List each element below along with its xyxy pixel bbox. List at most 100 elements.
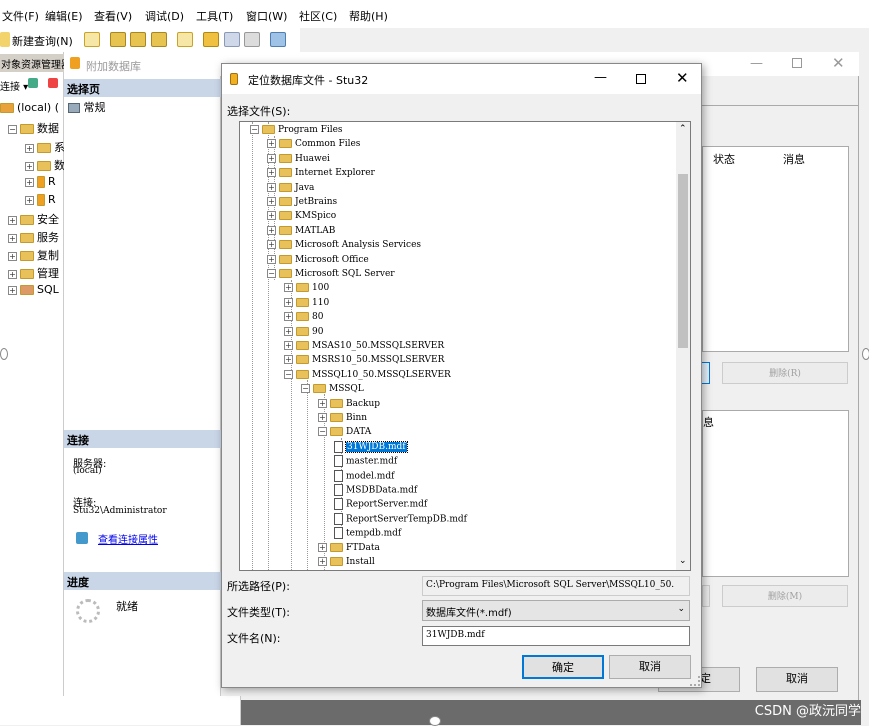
maximize-icon[interactable] bbox=[636, 74, 646, 84]
toolbar-icon-1[interactable] bbox=[84, 32, 100, 47]
tree-file[interactable]: ReportServerTempDB.mdf bbox=[334, 512, 467, 527]
remove-r-button[interactable]: 删除(R) bbox=[722, 362, 848, 384]
expand-icon[interactable]: + bbox=[267, 153, 276, 163]
scroll-up-icon[interactable]: ⌃ bbox=[679, 124, 687, 134]
add-button-edge[interactable] bbox=[702, 362, 710, 384]
details-grid[interactable]: 息 bbox=[702, 410, 849, 577]
maximize-icon[interactable] bbox=[792, 58, 802, 68]
menu-tools[interactable]: 工具(T) bbox=[196, 8, 233, 24]
close-icon[interactable]: ✕ bbox=[832, 54, 845, 72]
tree-folder[interactable]: − DATA bbox=[318, 426, 371, 439]
tree-node-db1[interactable]: + R bbox=[25, 175, 56, 188]
tree-folder[interactable]: + Backup bbox=[318, 398, 380, 411]
open-file-icon[interactable] bbox=[203, 32, 219, 47]
expand-icon[interactable]: + bbox=[318, 413, 327, 422]
expand-icon[interactable]: + bbox=[284, 326, 293, 336]
save-icon[interactable] bbox=[224, 32, 240, 47]
menu-community[interactable]: 社区(C) bbox=[299, 8, 337, 24]
tree-node-security[interactable]: + 安全 bbox=[8, 211, 59, 227]
menu-debug[interactable]: 调试(D) bbox=[145, 8, 184, 24]
expand-icon[interactable]: + bbox=[8, 269, 17, 279]
databases-grid[interactable]: 状态 消息 bbox=[702, 146, 849, 352]
add-catalog-button-edge[interactable] bbox=[702, 585, 710, 607]
tree-folder[interactable]: + Internet Explorer bbox=[267, 167, 375, 180]
tree-folder[interactable]: + FTData bbox=[318, 542, 380, 555]
chevron-down-icon[interactable]: ⌄ bbox=[677, 604, 685, 614]
tree-file[interactable]: MSDBData.mdf bbox=[334, 484, 417, 498]
expand-icon[interactable]: + bbox=[8, 251, 17, 261]
selected-path-field[interactable]: C:\Program Files\Microsoft SQL Server\MS… bbox=[422, 576, 690, 596]
remove-m-button[interactable]: 删除(M) bbox=[722, 585, 848, 607]
tree-folder[interactable]: +110 bbox=[284, 297, 329, 310]
expand-icon[interactable]: + bbox=[267, 240, 276, 250]
expand-icon[interactable]: + bbox=[267, 139, 276, 149]
expand-icon[interactable]: + bbox=[25, 161, 34, 171]
close-icon[interactable]: ✕ bbox=[676, 69, 689, 87]
expand-icon[interactable]: + bbox=[318, 398, 327, 408]
tree-node-snapshots[interactable]: + 数 bbox=[25, 157, 65, 173]
tree-file[interactable]: ReportServer.mdf bbox=[334, 498, 427, 512]
tree-node-sql-agent[interactable]: + SQL bbox=[8, 283, 59, 296]
tree-node-server-objects[interactable]: + 服务 bbox=[8, 229, 59, 245]
locate-cancel-button[interactable]: 取消 bbox=[609, 655, 691, 679]
expand-icon[interactable]: + bbox=[8, 285, 17, 295]
expand-icon[interactable]: + bbox=[267, 197, 276, 206]
tree-folder[interactable]: + Binn bbox=[318, 412, 367, 425]
disconnect-icon[interactable] bbox=[48, 78, 58, 88]
tree-node-management[interactable]: + 管理 bbox=[8, 265, 59, 281]
resize-handle-left[interactable] bbox=[0, 348, 8, 360]
tree-folder[interactable]: + KMSpico bbox=[267, 210, 336, 223]
minimize-icon[interactable]: — bbox=[750, 56, 763, 71]
tree-file[interactable]: master.mdf bbox=[334, 455, 397, 469]
tree-node-db2[interactable]: + R bbox=[25, 193, 56, 206]
expand-icon[interactable]: + bbox=[267, 225, 276, 235]
menu-window[interactable]: 窗口(W) bbox=[246, 8, 287, 24]
expand-icon[interactable]: + bbox=[25, 143, 34, 153]
tree-node-replication[interactable]: + 复制 bbox=[8, 247, 59, 263]
tree-folder[interactable]: − Program Files bbox=[250, 124, 343, 137]
file-type-select[interactable]: 数据库文件(*.mdf) ⌄ bbox=[422, 600, 690, 621]
server-node[interactable]: (local) ( bbox=[0, 101, 59, 114]
tree-folder[interactable]: +100 bbox=[284, 282, 329, 295]
tree-folder[interactable]: + MSAS10_50.MSSQLSERVER bbox=[284, 340, 444, 353]
file-tree-scrollbar[interactable]: ⌃ ⌄ bbox=[676, 122, 690, 570]
expand-icon[interactable]: + bbox=[284, 341, 293, 350]
tree-folder[interactable]: + Microsoft Office bbox=[267, 254, 369, 267]
tree-folder[interactable]: + Common Files bbox=[267, 138, 360, 151]
resize-grip-icon[interactable] bbox=[690, 676, 700, 686]
tree-folder[interactable]: + Microsoft Analysis Services bbox=[267, 239, 421, 252]
collapse-icon[interactable]: − bbox=[318, 427, 327, 437]
tree-file[interactable]: 31WJDB.mdf bbox=[334, 440, 408, 455]
locate-ok-button[interactable]: 确定 bbox=[522, 655, 604, 679]
file-tree[interactable]: − Program Files + Common Files + Huawei + Inter… bbox=[239, 121, 691, 571]
expand-icon[interactable]: + bbox=[267, 211, 276, 221]
toolbar-icon-3[interactable] bbox=[130, 32, 146, 47]
tree-node-system[interactable]: + 系 bbox=[25, 139, 65, 155]
tree-folder[interactable]: + MATLAB bbox=[267, 225, 335, 238]
expand-icon[interactable]: + bbox=[318, 542, 327, 552]
expand-icon[interactable]: + bbox=[284, 297, 293, 307]
expand-icon[interactable]: + bbox=[284, 283, 293, 293]
tree-folder[interactable]: + JetBrains bbox=[267, 196, 337, 209]
expand-icon[interactable]: + bbox=[267, 182, 276, 192]
tree-folder[interactable]: +80 bbox=[284, 311, 323, 324]
expand-icon[interactable]: + bbox=[284, 355, 293, 365]
collapse-icon[interactable]: − bbox=[8, 124, 17, 134]
menu-view[interactable]: 查看(V) bbox=[94, 8, 132, 24]
expand-icon[interactable]: + bbox=[284, 312, 293, 322]
expand-icon[interactable]: + bbox=[25, 195, 34, 205]
page-general[interactable]: 常规 bbox=[68, 99, 106, 115]
expand-icon[interactable]: + bbox=[8, 233, 17, 243]
expand-icon[interactable]: + bbox=[318, 557, 327, 566]
minimize-icon[interactable]: — bbox=[594, 70, 607, 85]
tree-file[interactable]: model.mdf bbox=[334, 469, 394, 484]
collapse-icon[interactable]: − bbox=[250, 125, 259, 134]
expand-icon[interactable]: + bbox=[25, 177, 34, 187]
file-name-input[interactable]: 31WJDB.mdf bbox=[422, 626, 690, 646]
connect-button[interactable]: 连接 ▾ bbox=[0, 78, 28, 93]
menu-edit[interactable]: 编辑(E) bbox=[45, 8, 83, 24]
tree-folder[interactable]: − MSSQL10_50.MSSQLSERVER bbox=[284, 369, 451, 382]
expand-icon[interactable]: + bbox=[267, 168, 276, 178]
tree-node-databases[interactable]: − 数据 bbox=[8, 120, 59, 136]
tree-folder[interactable]: + Install bbox=[318, 556, 375, 569]
